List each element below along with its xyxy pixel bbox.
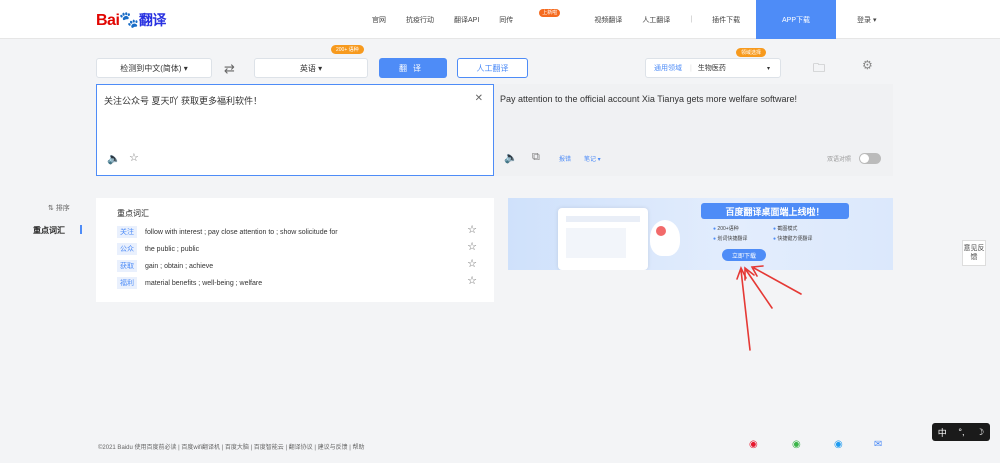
chevron-down-icon: ▾ — [766, 65, 770, 72]
translate-controls: 检测到中文(简体) ▾ ⇄ 英语 ▾ 200+ 语种 翻译 人工翻译 通用领域 … — [96, 45, 893, 80]
star-icon[interactable]: ☆ — [129, 151, 139, 164]
notes-dropdown[interactable]: 笔记 ▾ — [584, 154, 601, 163]
desktop-app-banner[interactable]: 百度翻译桌面端上线啦！ 200+语种 截图模式 划词快捷翻译 快捷键方便翻译 立… — [508, 198, 893, 270]
nav-translate-api[interactable]: 翻译API — [454, 15, 479, 25]
app-download-button[interactable]: APP下载 — [756, 0, 836, 39]
nav-anti-epidemic[interactable]: 抗疫行动 — [406, 15, 434, 25]
settings-icon[interactable]: ⚙ — [862, 58, 873, 72]
keyword-word[interactable]: 关注 — [117, 226, 137, 238]
logo-text: Bai — [96, 12, 120, 29]
qq-icon[interactable]: ◉ — [834, 439, 843, 450]
nav-divider: | — [690, 16, 693, 23]
moon-icon[interactable]: ☽ — [976, 427, 984, 438]
document-translate-icon[interactable]: 🗀 — [813, 59, 825, 80]
feedback-button[interactable]: 意见反馈 — [962, 240, 986, 266]
footer-links[interactable]: ©2021 Baidu 使用百度前必读 | 百度wifi翻译机 | 百度大脑 |… — [98, 442, 364, 451]
login-link[interactable]: 登录 ▾ — [857, 15, 876, 25]
target-language-select[interactable]: 英语 ▾ — [254, 58, 368, 78]
ime-status-bar[interactable]: 中 °, ☽ — [932, 423, 990, 441]
nav-menu: 官网 抗疫行动 翻译API 同传 上新啦 视频翻译 人工翻译 | 插件下载 — [372, 0, 760, 39]
report-error-link[interactable]: 报错 — [559, 154, 571, 163]
wechat-icon[interactable]: ◉ — [792, 439, 801, 450]
app-screenshot-image — [558, 208, 648, 270]
translation-text: Pay attention to the official account Xi… — [500, 94, 797, 104]
nav-plugin-download[interactable]: 插件下载 — [712, 15, 740, 25]
keywords-title: 重点词汇 — [117, 209, 149, 218]
source-language-select[interactable]: 检测到中文(简体) ▾ — [96, 58, 212, 78]
nav-human-translate[interactable]: 人工翻译 — [642, 15, 670, 25]
banner-feature: 200+语种 — [713, 225, 738, 232]
nav-video-translate[interactable]: 视频翻译 — [594, 15, 622, 25]
keyword-definition: follow with interest ; pay close attenti… — [145, 228, 338, 236]
star-icon[interactable]: ☆ — [467, 240, 477, 253]
source-text-input[interactable]: 关注公众号 夏天吖 获取更多福利软件！ ✕ 🔈 ☆ — [96, 84, 494, 176]
domain-divider: | — [690, 64, 692, 72]
top-nav-bar: Bai🐾翻译 官网 抗疫行动 翻译API 同传 上新啦 视频翻译 人工翻译 | 插… — [0, 0, 1000, 39]
keyword-row: 关注 follow with interest ; pay close atte… — [117, 223, 477, 238]
translation-output: Pay attention to the official account Xi… — [494, 84, 893, 176]
domain-select[interactable]: 通用领域 | 生物医药 ▾ — [645, 58, 781, 78]
speaker-icon[interactable]: 🔈 — [107, 152, 121, 165]
speaker-icon[interactable]: 🔈 — [504, 151, 518, 164]
nav-simultaneous-label: 同传 — [499, 16, 514, 24]
bilingual-toggle[interactable] — [859, 153, 881, 164]
banner-feature: 划词快捷翻译 — [713, 235, 747, 242]
baidu-translate-logo[interactable]: Bai🐾翻译 — [96, 10, 166, 30]
language-count-badge: 200+ 语种 — [331, 45, 364, 54]
keyword-row: 获取 gain ; obtain ; achieve ☆ — [117, 257, 477, 272]
download-now-button[interactable]: 立即下载 — [722, 249, 766, 261]
ime-punctuation[interactable]: °, — [958, 427, 964, 437]
keyword-word[interactable]: 公众 — [117, 243, 137, 255]
star-icon[interactable]: ☆ — [467, 274, 477, 287]
translate-button[interactable]: 翻译 — [379, 58, 447, 78]
banner-feature: 截图模式 — [773, 225, 797, 232]
swap-languages-icon[interactable]: ⇄ — [224, 61, 235, 77]
mascot-image — [650, 220, 680, 256]
new-badge: 上新啦 — [539, 8, 561, 17]
arrow-line — [745, 269, 773, 309]
nav-simultaneous[interactable]: 同传 上新啦 — [499, 8, 574, 25]
domain-label: 通用领域 — [654, 65, 682, 72]
human-translate-button[interactable]: 人工翻译 — [457, 58, 528, 78]
paw-icon: 🐾 — [119, 12, 139, 29]
domain-value: 生物医药 — [697, 65, 726, 72]
keyword-word[interactable]: 福利 — [117, 277, 137, 289]
keywords-card: 重点词汇 关注 follow with interest ; pay close… — [96, 198, 494, 302]
copy-icon[interactable]: ⧉ — [532, 151, 540, 164]
keyword-row: 福利 material benefits ; well-being ; welf… — [117, 274, 477, 289]
active-tab-indicator — [80, 225, 82, 234]
banner-title: 百度翻译桌面端上线啦！ — [701, 203, 849, 219]
nav-official-site[interactable]: 官网 — [372, 15, 386, 25]
ime-language[interactable]: 中 — [938, 426, 947, 439]
keyword-definition: material benefits ; well-being ; welfare — [145, 279, 263, 287]
bilingual-label: 双语对照 — [826, 157, 851, 163]
arrow-line — [753, 267, 802, 295]
keyword-row: 公众 the public ; public ☆ — [117, 240, 477, 255]
logo-suffix: 翻译 — [138, 12, 167, 28]
close-icon[interactable]: ✕ — [475, 93, 483, 104]
star-icon[interactable]: ☆ — [467, 257, 477, 270]
mail-icon[interactable]: ✉ — [874, 439, 882, 450]
weibo-icon[interactable]: ◉ — [749, 439, 758, 450]
domain-select-badge: 领域选择 — [736, 48, 767, 57]
arrow-line — [740, 269, 751, 351]
keywords-tab[interactable]: 重点词汇 — [33, 225, 65, 236]
banner-feature: 快捷键方便翻译 — [773, 235, 812, 242]
star-icon[interactable]: ☆ — [467, 223, 477, 236]
sort-tab[interactable]: ⇅ 排序 — [48, 203, 70, 213]
keyword-definition: gain ; obtain ; achieve — [145, 262, 214, 270]
keyword-definition: the public ; public — [145, 245, 200, 253]
keyword-word[interactable]: 获取 — [117, 260, 137, 272]
source-text[interactable]: 关注公众号 夏天吖 获取更多福利软件！ — [104, 94, 262, 107]
